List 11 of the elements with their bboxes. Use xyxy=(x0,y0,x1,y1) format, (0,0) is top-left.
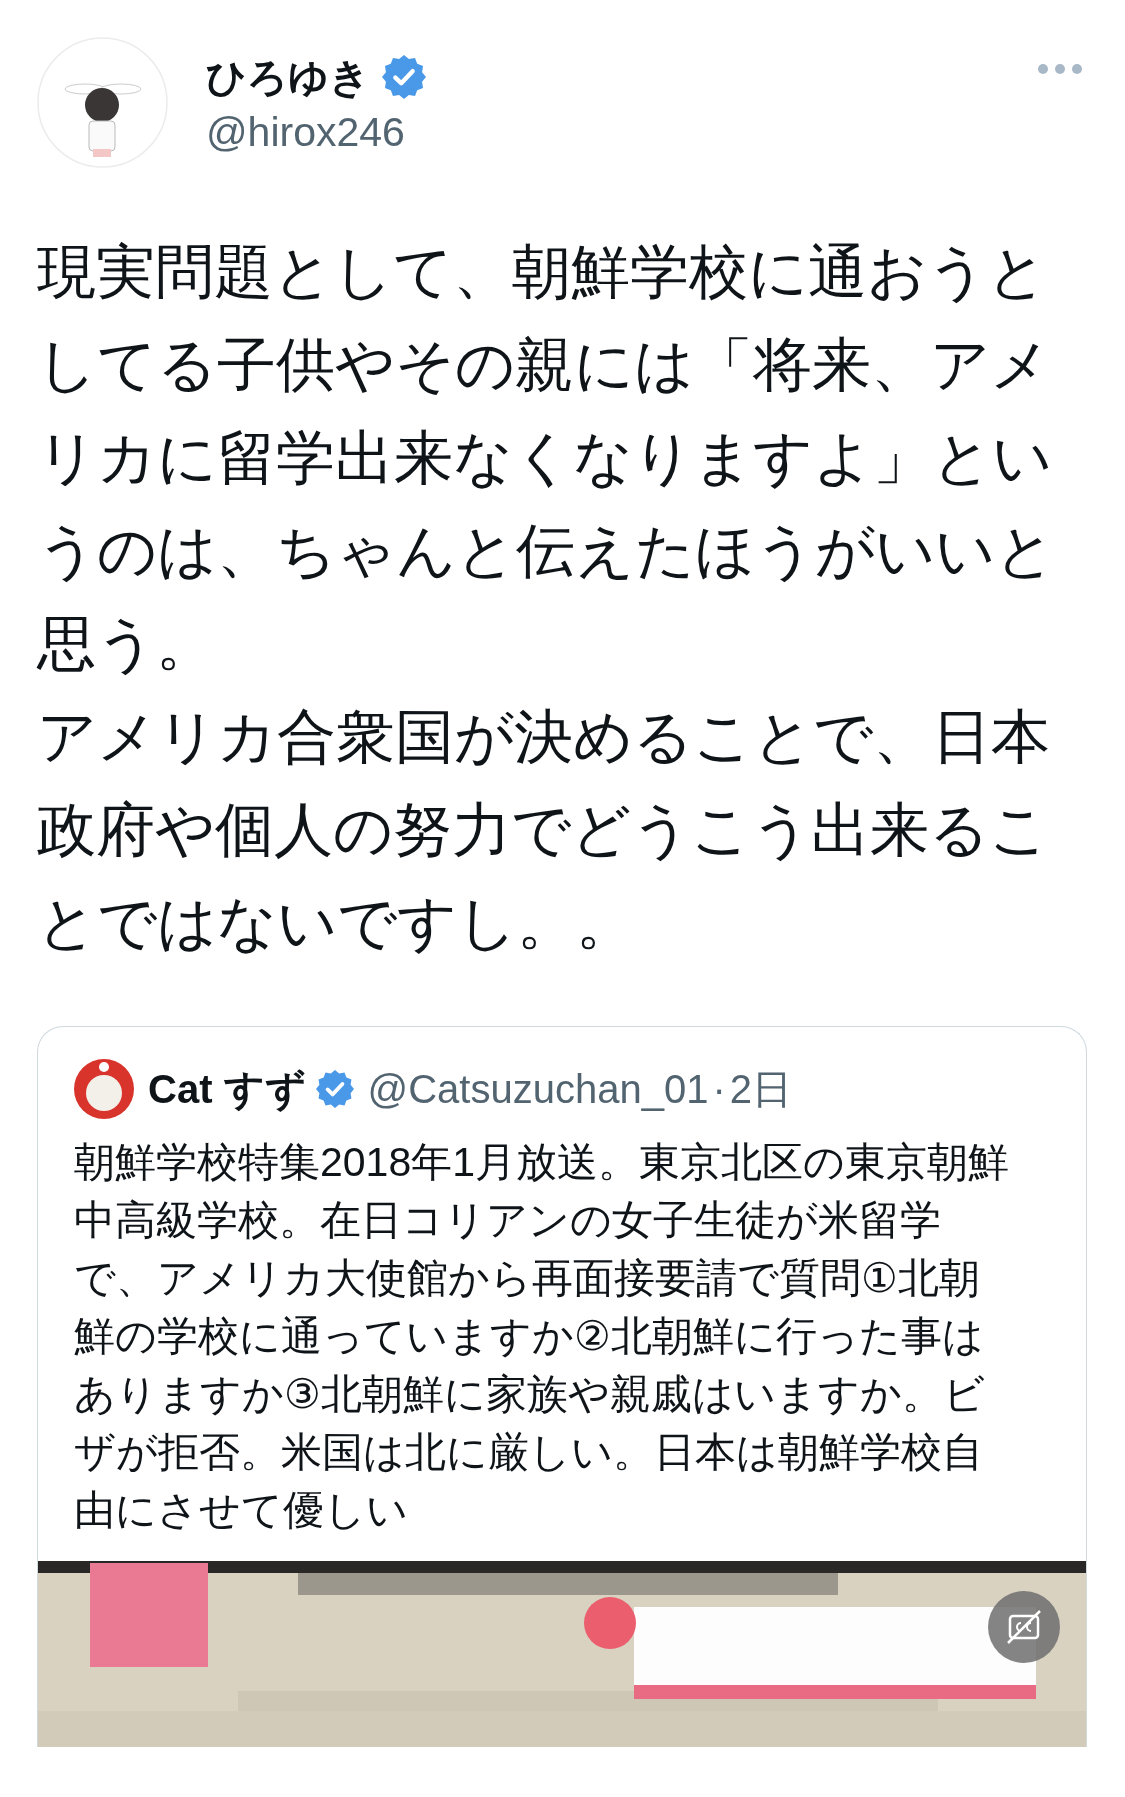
post-time: 2日 xyxy=(729,1065,792,1113)
user-handle[interactable]: @Catsuzuchan_01 xyxy=(367,1066,709,1112)
separator: · xyxy=(712,1066,726,1112)
quoted-text: 朝鮮学校特集2018年1月放送。東京北区の東京朝鮮中高級学校。在日コリアンの女子生徒が米留学で、アメリカ大使館から再面接要請で質問①北朝鮮の学校に通っていますか②北朝鮮に行った事はありますか③北朝鮮に家族や親戚はいますか。ビザが拒否。米国は北に厳しい。日本は朝鮮学校自由にさせて優しい xyxy=(73,1138,1009,1535)
user-name[interactable]: Cat すず xyxy=(148,1061,306,1117)
user-name[interactable]: ひろゆき xyxy=(206,49,370,105)
tweet-text: 現実問題として、朝鮮学校に通おうとしてる子供やその親には「将来、アメリカに留学出来なくなりますよ」というのは、ちゃんと伝えたほうがいいと思う。 xyxy=(37,238,1056,679)
user-handle[interactable]: @hirox246 xyxy=(206,108,1037,156)
captions-icon[interactable] xyxy=(988,1591,1060,1663)
avatar[interactable] xyxy=(37,37,168,168)
tweet-text: アメリカ合衆国が決めることで、日本政府や個人の努力でどうこう出来ることではないですし。。 xyxy=(37,703,1051,958)
